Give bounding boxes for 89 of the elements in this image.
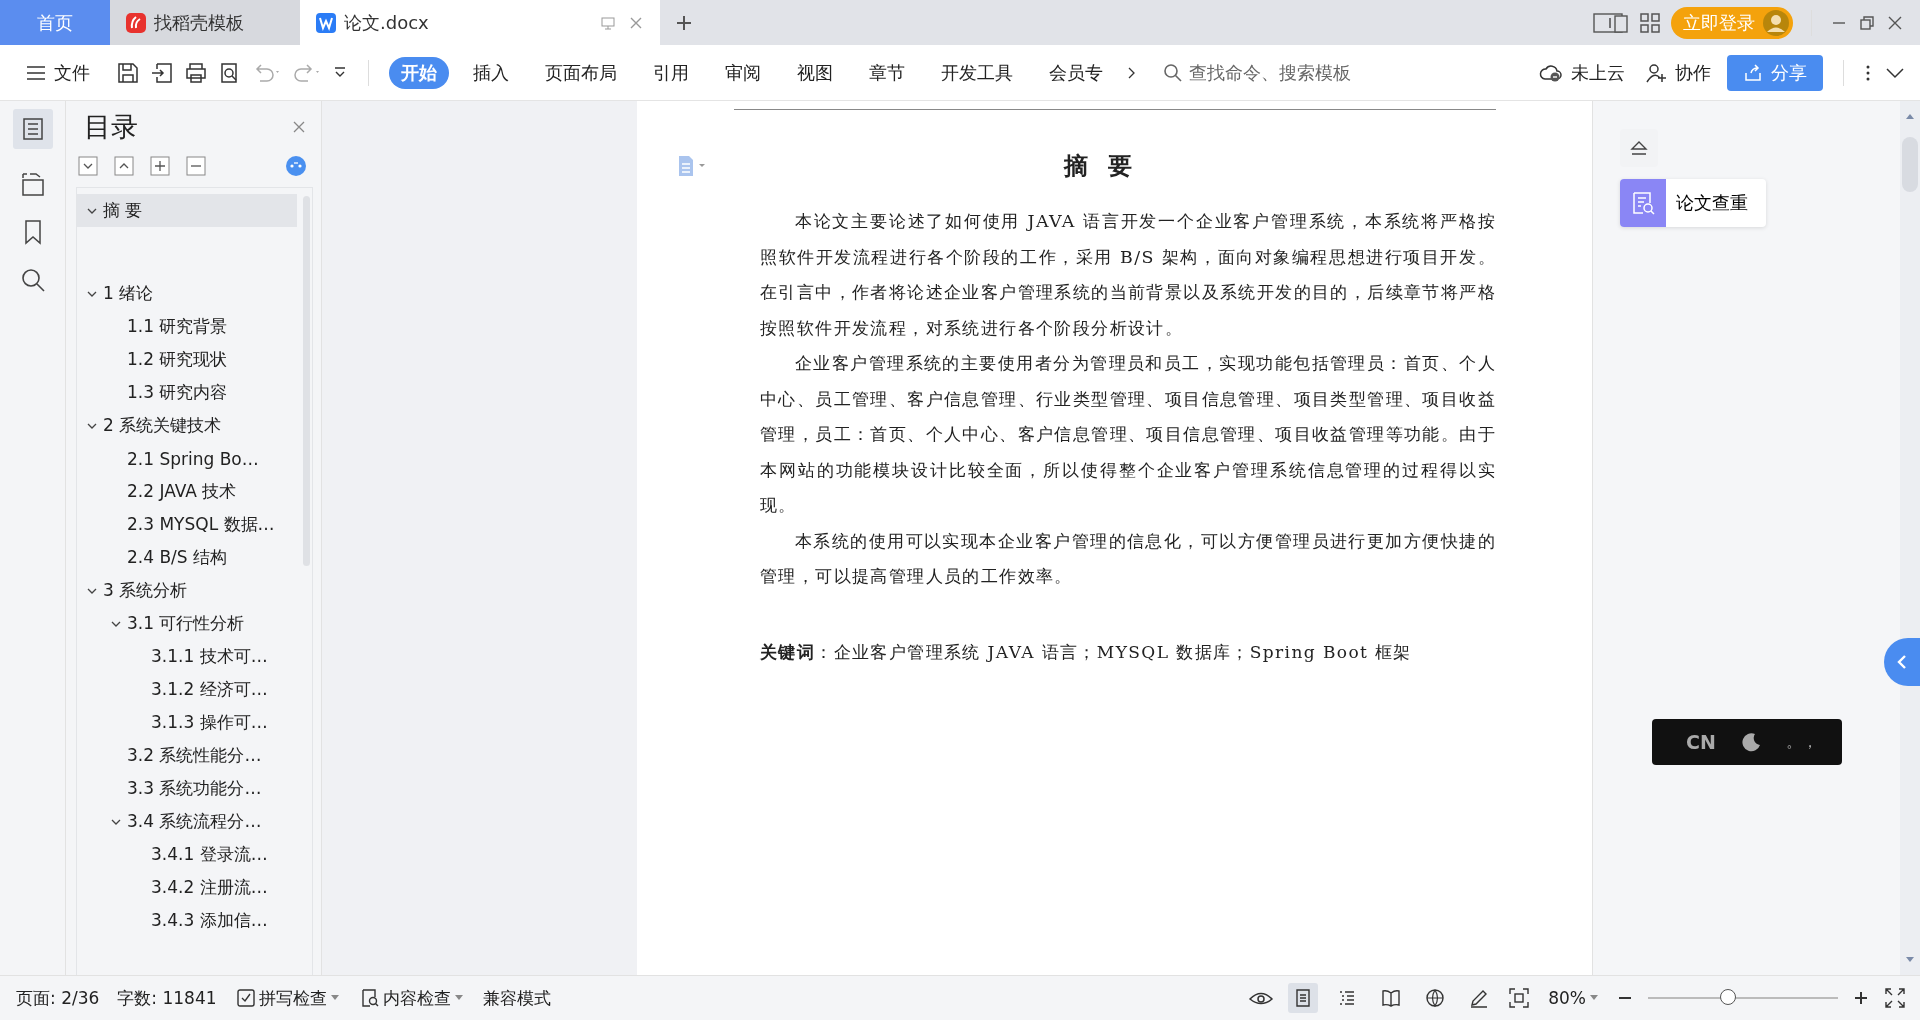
chevron-left-icon [1895, 653, 1909, 671]
toc-item[interactable]: 1.3 研究内容 [77, 376, 301, 409]
outline-icon[interactable] [12, 109, 53, 149]
toc-item[interactable]: 3.4.1 登录流… [77, 838, 301, 871]
share-icon [1743, 62, 1763, 83]
language-mode[interactable]: CN [1686, 731, 1716, 753]
toc-item[interactable]: 3.4.3 添加信… [77, 904, 301, 937]
page-view-button[interactable] [1288, 983, 1319, 1013]
ribbon-tab[interactable]: 引用 [641, 56, 701, 89]
moon-icon[interactable] [1739, 731, 1762, 753]
toc-item[interactable]: 摘 要 [77, 194, 297, 227]
zoom-in-icon[interactable] [1852, 989, 1870, 1007]
toc-item[interactable]: 3.1.1 技术可… [77, 640, 301, 673]
zoom-level-button[interactable]: 80% [1544, 986, 1602, 1010]
grid-icon[interactable] [1639, 11, 1661, 34]
search-field[interactable]: 查找命令、搜索模板 [1163, 61, 1381, 84]
toc-item[interactable]: 3.1.2 经济可… [77, 673, 301, 706]
spell-check-button[interactable]: 拼写检查 [232, 984, 343, 1012]
document-tab[interactable]: 论文.docx [300, 0, 660, 45]
device-icon[interactable] [1593, 11, 1629, 34]
ribbon-tab[interactable]: 插入 [461, 56, 521, 89]
toc-item[interactable]: 1.2 研究现状 [77, 343, 301, 376]
caret-icon [1590, 995, 1598, 1001]
compatibility-mode: 兼容模式 [481, 986, 552, 1010]
keywords-line: 关键词：企业客户管理系统 JAVA 语言；MYSQL 数据库；Spring Boot 框架 [760, 640, 1413, 664]
ribbon-tab[interactable]: 章节 [857, 56, 917, 89]
check-icon [236, 989, 255, 1007]
body-paragraph: 企业客户管理系统的主要使用者分为管理员和员工，实现功能包括管理员：首页、个人中心、员工管理、客户信息管理、行业类型管理、项目信息管理、项目类型管理、项目收益管理，员工：首页、个人中心、客户信息管理、项目信息管理、项目收益管理等功能。由于本网站的功能模块设计比较全面，所以使得整个企业客户管理系统信息管理的过程得以实现。 [760, 352, 1496, 517]
toc-item[interactable]: 1 绪论 [77, 277, 301, 310]
caret-icon [454, 995, 463, 1001]
content-check-button[interactable]: 内容检查 [356, 984, 467, 1012]
body-paragraph: 本论文主要论述了如何使用 JAVA 语言开发一个企业客户管理系统，本系统将严格按照软件开发流程进行各个阶段的工作，采用 B/S 架构，面向对象编程思想进行项目开发。在引言中，作者将论述企业客户管理系统的当前背景以及系统开发的目的，后续章节将严格按照软件开发流程，对系统进行各个阶段分析设计。 [760, 210, 1496, 340]
pen-icon [1469, 988, 1490, 1008]
collaborate-button[interactable]: 协作 [1641, 56, 1715, 89]
ribbon-tab[interactable]: 审阅 [713, 56, 773, 89]
search-icon [1163, 62, 1183, 83]
fullscreen-icon[interactable] [1884, 987, 1906, 1009]
toc-item[interactable]: 3.2 系统性能分… [77, 739, 301, 772]
toc-item[interactable]: 2.2 JAVA 技术 [77, 475, 301, 508]
remove-icon[interactable] [186, 156, 206, 176]
ribbon-tab[interactable]: 视图 [785, 56, 845, 89]
fit-page-icon[interactable] [1508, 987, 1531, 1009]
word-count[interactable]: 字数: 11841 [115, 986, 219, 1010]
close-icon[interactable] [291, 119, 307, 135]
expand-panel-button[interactable] [1884, 638, 1920, 686]
plagiarism-check-button[interactable]: 论文查重 [1620, 179, 1766, 227]
add-icon[interactable] [150, 156, 170, 176]
toc-item[interactable]: 3 系统分析 [77, 574, 301, 607]
section-icon[interactable] [19, 171, 46, 197]
search-icon[interactable] [19, 267, 46, 293]
panel-title: 目录 [84, 110, 138, 144]
toc-item[interactable]: 2.1 Spring Bo… [77, 442, 301, 475]
print-icon[interactable] [184, 60, 208, 85]
globe-icon [1425, 988, 1446, 1008]
book-icon [1381, 988, 1402, 1008]
toc-item[interactable]: 3.3 系统功能分… [77, 772, 301, 805]
body-paragraph: 本系统的使用可以实现本企业客户管理的信息化，可以方便管理员进行更加方便快捷的管理，可以提高管理人员的工作效率。 [760, 529, 1496, 588]
cloud-icon [1539, 62, 1563, 83]
chevron-right-icon[interactable] [1127, 65, 1137, 80]
toc-item[interactable]: 1.1 研究背景 [77, 310, 301, 343]
ribbon-tab[interactable]: 会员专 [1037, 56, 1115, 89]
writer-logo-icon [316, 12, 336, 33]
ai-icon[interactable] [285, 155, 307, 177]
ribbon-tab[interactable]: 页面布局 [533, 56, 629, 89]
toc-item[interactable]: 2.3 MYSQL 数据… [77, 508, 301, 541]
punctuation-mode[interactable]: 。， [1785, 731, 1818, 753]
toc-item[interactable]: 3.4.2 注册流… [77, 871, 301, 904]
app-logo-icon [126, 12, 146, 33]
export-icon[interactable] [150, 60, 174, 85]
toc-item[interactable]: 3.1 可行性分析 [77, 607, 301, 640]
document-tab[interactable]: 找稻壳模板 [110, 0, 300, 45]
document-search-icon [360, 989, 379, 1007]
file-menu-button[interactable]: 文件 [22, 56, 94, 89]
caret-icon [330, 995, 339, 1001]
toc-item[interactable]: 2 系统关键技术 [77, 409, 301, 442]
slider-thumb[interactable] [1719, 989, 1736, 1005]
page-count[interactable]: 页面: 2/36 [14, 986, 102, 1010]
document-search-icon [1630, 190, 1656, 216]
add-user-icon [1645, 62, 1667, 83]
toc-item[interactable]: 2.4 B/S 结构 [77, 541, 301, 574]
avatar-icon [1763, 9, 1789, 36]
toc-item[interactable]: 3.4 系统流程分… [77, 805, 301, 838]
restore-icon[interactable] [1858, 13, 1876, 32]
ribbon-tab[interactable]: 开发工具 [929, 56, 1025, 89]
save-icon[interactable] [116, 60, 140, 85]
menu-icon [26, 64, 46, 81]
toc-item[interactable]: 3.1.3 操作可… [77, 706, 301, 739]
document-heading: 摘 要 [1062, 150, 1140, 182]
cloud-button[interactable]: 未上云 [1535, 56, 1629, 89]
